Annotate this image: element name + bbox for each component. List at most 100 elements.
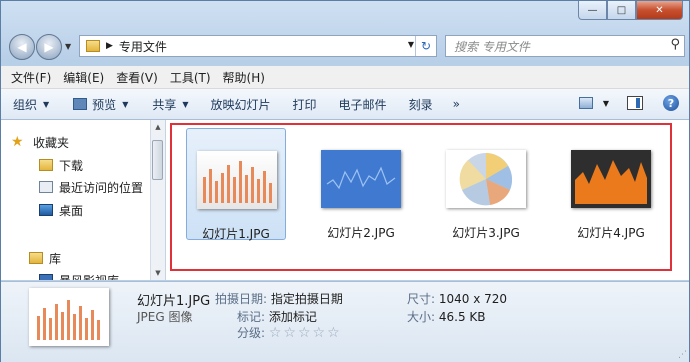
sidebar-item-label: 暴风影视库	[59, 272, 119, 281]
tags-value[interactable]: 添加标记	[269, 310, 317, 324]
details-pane: 幻灯片1.JPG JPEG 图像 拍摄日期: 指定拍摄日期 标记: 添加标记 分…	[1, 281, 689, 362]
thumbnail-bar	[269, 183, 272, 203]
details-rating-row: 分级: ☆☆☆☆☆	[237, 324, 342, 341]
sidebar-item-favorites[interactable]: ★ 收藏夹	[11, 132, 69, 152]
sidebar-item-video-library[interactable]: 暴风影视库	[39, 270, 119, 280]
details-file-type: JPEG 图像	[137, 310, 193, 324]
close-button[interactable]: ✕	[636, 1, 683, 20]
details-file-name: 幻灯片1.JPG	[137, 294, 211, 309]
breadcrumb-separator-icon[interactable]: ▶	[106, 41, 113, 51]
menu-file[interactable]: 文件(F)	[11, 69, 51, 86]
thumbnail-bar	[91, 310, 94, 340]
preview-label: 预览	[92, 97, 117, 112]
help-icon[interactable]: ?	[663, 95, 679, 111]
bar-chart-thumbnail-graphic	[203, 161, 272, 203]
thumbnail-bar	[221, 173, 224, 203]
slideshow-button[interactable]: 放映幻灯片	[211, 96, 271, 113]
preview-button[interactable]: 预览 ▼	[73, 96, 128, 113]
rating-stars-icon[interactable]: ☆☆☆☆☆	[269, 325, 342, 341]
preview-pane-icon[interactable]	[627, 96, 643, 110]
file-name: 幻灯片1.JPG	[202, 227, 270, 241]
forward-button[interactable]: ▶	[36, 34, 62, 60]
sidebar-item-libraries[interactable]: 库	[29, 248, 61, 268]
minimize-button[interactable]: —	[578, 1, 607, 20]
resize-grip-icon[interactable]: ⋰	[678, 350, 687, 360]
print-button[interactable]: 打印	[293, 96, 317, 113]
search-input[interactable]: 搜索 专用文件	[454, 38, 530, 55]
thumbnail-bar	[67, 300, 70, 340]
share-button[interactable]: 共享 ▼	[152, 96, 188, 113]
sidebar-item-label: 库	[49, 251, 62, 266]
date-taken-value[interactable]: 指定拍摄日期	[271, 292, 343, 306]
details-dimensions-row: 尺寸: 1040 x 720	[407, 290, 507, 307]
menu-bar: 文件(F) 编辑(E) 查看(V) 工具(T) 帮助(H)	[1, 66, 689, 89]
star-icon: ★	[11, 134, 24, 150]
navigation-pane: ★ 收藏夹 下载 最近访问的位置 桌面 库 暴风影视库	[1, 120, 166, 280]
menu-edit[interactable]: 编辑(E)	[63, 69, 104, 86]
desktop-icon	[39, 204, 53, 216]
thumbnail-bar	[215, 181, 218, 203]
organize-button[interactable]: 组织 ▼	[13, 96, 49, 113]
date-taken-label: 拍摄日期:	[215, 292, 268, 306]
search-box[interactable]: 搜索 专用文件 ⚲	[445, 35, 685, 57]
thumbnail-bar	[61, 312, 64, 340]
sidebar-item-label: 下载	[59, 158, 84, 173]
thumbnail-bar	[37, 316, 40, 340]
address-dropdown-button[interactable]: ▼	[408, 40, 414, 49]
thumbnail-bar	[79, 306, 82, 340]
file-item-3[interactable]: 幻灯片3.JPG	[436, 128, 536, 240]
more-commands-button[interactable]: »	[453, 97, 460, 111]
thumbnail-bar	[97, 320, 100, 340]
scroll-up-icon[interactable]: ▲	[151, 120, 165, 134]
file-name: 幻灯片3.JPG	[452, 226, 520, 240]
details-size-row: 大小: 46.5 KB	[407, 308, 486, 325]
back-button[interactable]: ◀	[9, 34, 35, 60]
menu-help[interactable]: 帮助(H)	[223, 69, 265, 86]
burn-button[interactable]: 刻录	[409, 96, 433, 113]
back-arrow-icon: ◀	[17, 40, 27, 54]
scrollbar-thumb[interactable]	[152, 140, 163, 180]
line-chart-thumbnail-graphic	[326, 166, 396, 190]
thumbnail-bar	[209, 169, 212, 203]
file-item-4[interactable]: 幻灯片4.JPG	[561, 128, 661, 240]
file-item-1[interactable]: 幻灯片1.JPG	[186, 128, 286, 241]
maximize-button[interactable]: □	[607, 1, 636, 20]
preview-icon	[73, 98, 88, 110]
chevron-down-icon: ▼	[122, 99, 129, 109]
file-name: 幻灯片2.JPG	[327, 226, 395, 240]
navigation-pane-scrollbar[interactable]: ▲ ▼	[150, 120, 165, 280]
refresh-button[interactable]: ↻	[415, 36, 436, 56]
size-label: 大小:	[407, 310, 436, 324]
view-dropdown-icon[interactable]: ▼	[603, 99, 609, 108]
sidebar-item-desktop[interactable]: 桌面	[39, 200, 83, 220]
dimensions-label: 尺寸:	[407, 292, 436, 306]
menu-view[interactable]: 查看(V)	[116, 69, 158, 86]
rating-label: 分级:	[237, 326, 266, 340]
download-folder-icon	[39, 159, 53, 171]
sidebar-item-downloads[interactable]: 下载	[39, 155, 83, 175]
chevron-down-icon: ▼	[182, 99, 189, 109]
email-button[interactable]: 电子邮件	[339, 96, 387, 113]
recent-places-icon	[39, 181, 53, 193]
thumbnail-bar	[239, 161, 242, 203]
pie-chart-thumbnail-graphic	[459, 153, 513, 206]
dimensions-value: 1040 x 720	[438, 292, 508, 306]
change-view-icon[interactable]	[578, 97, 593, 109]
sidebar-item-label: 最近访问的位置	[59, 180, 144, 195]
share-label: 共享	[152, 97, 177, 112]
file-item-2[interactable]: 幻灯片2.JPG	[311, 128, 411, 240]
sidebar-item-recent-places[interactable]: 最近访问的位置	[39, 177, 143, 197]
thumbnail-bar	[85, 318, 88, 340]
breadcrumb-current-folder[interactable]: 专用文件	[119, 38, 167, 55]
chevron-down-icon: ▼	[43, 99, 50, 109]
scroll-down-icon[interactable]: ▼	[151, 266, 165, 280]
menu-tools[interactable]: 工具(T)	[170, 69, 211, 86]
folder-icon	[86, 40, 100, 52]
address-bar[interactable]: ▶ 专用文件 ▼ ↻	[79, 35, 437, 57]
thumbnail-bar	[73, 314, 76, 340]
file-list: 幻灯片1.JPG 幻灯片2.JPG 幻灯片3.JPG 幻灯片4.JPG	[166, 120, 689, 280]
recent-pages-dropdown[interactable]: ▼	[65, 42, 71, 51]
thumbnail-bar	[49, 318, 52, 340]
caption-buttons: — □ ✕	[578, 1, 683, 20]
search-icon[interactable]: ⚲	[670, 37, 680, 52]
